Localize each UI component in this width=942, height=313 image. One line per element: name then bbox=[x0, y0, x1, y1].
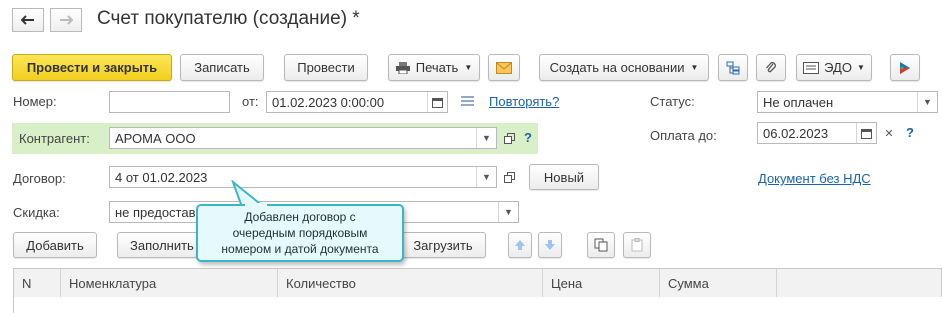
structure-button[interactable] bbox=[718, 54, 748, 81]
envelope-icon bbox=[496, 61, 512, 74]
page-title: Счет покупателю (создание) * bbox=[97, 8, 360, 29]
pay-until-field[interactable]: 06.02.2023 bbox=[757, 122, 877, 144]
copy-icon bbox=[594, 238, 608, 252]
chevron-down-icon: ▼ bbox=[482, 172, 491, 182]
list-icon bbox=[461, 96, 474, 106]
status-select[interactable]: Не оплачен ▼ bbox=[757, 91, 938, 113]
close-icon: ✕ bbox=[884, 127, 894, 140]
edo-button[interactable]: ЭДО ▼ bbox=[796, 54, 872, 81]
chevron-down-icon: ▼ bbox=[482, 133, 491, 143]
repeat-link[interactable]: Повторять? bbox=[489, 94, 559, 109]
tooltip-line-1: Добавлен договор с bbox=[244, 210, 356, 224]
send-button[interactable] bbox=[890, 54, 920, 81]
counterparty-value: АРОМА ООО bbox=[115, 130, 196, 146]
discount-value: не предостав bbox=[115, 204, 196, 220]
discount-label: Скидка: bbox=[13, 205, 60, 220]
number-label: Номер: bbox=[13, 94, 57, 109]
counterparty-label: Контрагент: bbox=[19, 131, 90, 146]
load-button[interactable]: Загрузить bbox=[400, 232, 486, 258]
pay-until-help-icon[interactable]: ? bbox=[906, 125, 914, 140]
chevron-down-icon: ▼ bbox=[856, 63, 865, 72]
tooltip-line-2: очередным порядковым bbox=[232, 226, 368, 240]
pay-until-calendar-button[interactable] bbox=[856, 123, 876, 143]
save-button[interactable]: Записать bbox=[180, 54, 264, 81]
tooltip-pointer-join bbox=[245, 203, 267, 207]
contract-open-button[interactable] bbox=[499, 166, 519, 188]
contract-label: Договор: bbox=[13, 171, 66, 186]
column-header-sum[interactable]: Сумма bbox=[660, 269, 777, 297]
create-based-on-button[interactable]: Создать на основании ▼ bbox=[539, 54, 709, 81]
chevron-down-icon: ▼ bbox=[464, 63, 473, 72]
chevron-down-icon: ▼ bbox=[504, 207, 513, 217]
edo-document-icon bbox=[803, 61, 820, 74]
calendar-icon bbox=[861, 128, 872, 139]
arrow-left-icon bbox=[21, 15, 34, 25]
calendar-button[interactable] bbox=[427, 92, 447, 112]
print-label: Печать bbox=[415, 60, 459, 75]
status-label: Статус: bbox=[650, 94, 695, 109]
arrow-up-icon bbox=[515, 240, 525, 250]
no-vat-document-link[interactable]: Документ без НДС bbox=[758, 171, 871, 186]
tooltip-callout: Добавлен договор с очередным порядковым … bbox=[196, 204, 404, 262]
email-button[interactable] bbox=[488, 54, 520, 81]
status-dropdown-button[interactable]: ▼ bbox=[917, 92, 937, 112]
hierarchy-icon bbox=[726, 61, 740, 74]
number-field[interactable] bbox=[109, 91, 230, 113]
column-header-price[interactable]: Цена bbox=[543, 269, 660, 297]
paste-rows-button[interactable] bbox=[623, 232, 651, 258]
chevron-down-icon: ▼ bbox=[923, 97, 932, 107]
items-table-header: N Номенклатура Количество Цена Сумма bbox=[13, 268, 942, 298]
contract-field[interactable]: 4 от 01.02.2023 ▼ bbox=[109, 166, 497, 188]
open-window-icon bbox=[503, 132, 515, 144]
counterparty-help-icon[interactable]: ? bbox=[524, 130, 532, 145]
forward-button[interactable] bbox=[50, 8, 82, 32]
play-arrow-icon bbox=[900, 61, 910, 74]
attachments-button[interactable] bbox=[756, 54, 786, 81]
column-header-nomenclature[interactable]: Номенклатура bbox=[61, 269, 278, 297]
edo-label: ЭДО bbox=[824, 60, 852, 75]
calendar-icon bbox=[432, 97, 443, 108]
counterparty-dropdown-button[interactable]: ▼ bbox=[476, 128, 496, 148]
fill-button[interactable]: Заполнить bbox=[117, 232, 201, 258]
table-body bbox=[13, 297, 942, 313]
move-down-button[interactable] bbox=[538, 232, 562, 258]
new-contract-button[interactable]: Новый bbox=[529, 164, 599, 190]
print-button[interactable]: Печать ▼ bbox=[388, 54, 480, 81]
tooltip-line-3: номером и датой документа bbox=[221, 242, 379, 256]
contract-value: 4 от 01.02.2023 bbox=[115, 169, 208, 185]
arrow-right-icon bbox=[60, 15, 73, 25]
column-header-quantity[interactable]: Количество bbox=[278, 269, 543, 297]
move-up-button[interactable] bbox=[508, 232, 532, 258]
discount-dropdown-button[interactable]: ▼ bbox=[498, 202, 518, 222]
date-field[interactable]: 01.02.2023 0:00:00 bbox=[266, 91, 448, 113]
date-from-label: от: bbox=[242, 94, 259, 109]
chevron-down-icon: ▼ bbox=[690, 63, 699, 72]
pay-until-value: 06.02.2023 bbox=[763, 125, 829, 141]
create-based-on-label: Создать на основании bbox=[549, 60, 685, 75]
paperclip-icon bbox=[766, 61, 776, 72]
post-button[interactable]: Провести bbox=[284, 54, 368, 81]
contract-dropdown-button[interactable]: ▼ bbox=[476, 167, 496, 187]
counterparty-open-button[interactable] bbox=[499, 127, 519, 149]
status-value: Не оплачен bbox=[763, 94, 834, 110]
back-button[interactable] bbox=[12, 8, 44, 32]
pay-until-clear-button[interactable]: ✕ bbox=[879, 122, 899, 144]
add-row-button[interactable]: Добавить bbox=[13, 232, 97, 258]
date-value: 01.02.2023 0:00:00 bbox=[272, 94, 385, 110]
counterparty-field[interactable]: АРОМА ООО ▼ bbox=[109, 127, 497, 149]
open-window-icon bbox=[503, 171, 515, 183]
column-header-n[interactable]: N bbox=[14, 269, 61, 297]
copy-rows-button[interactable] bbox=[587, 232, 615, 258]
printer-icon bbox=[395, 61, 410, 74]
pay-until-label: Оплата до: bbox=[650, 128, 717, 143]
post-and-close-button[interactable]: Провести и закрыть bbox=[12, 54, 172, 81]
fill-label: Заполнить bbox=[130, 237, 194, 253]
paste-icon bbox=[631, 238, 643, 252]
arrow-down-icon bbox=[545, 240, 555, 250]
